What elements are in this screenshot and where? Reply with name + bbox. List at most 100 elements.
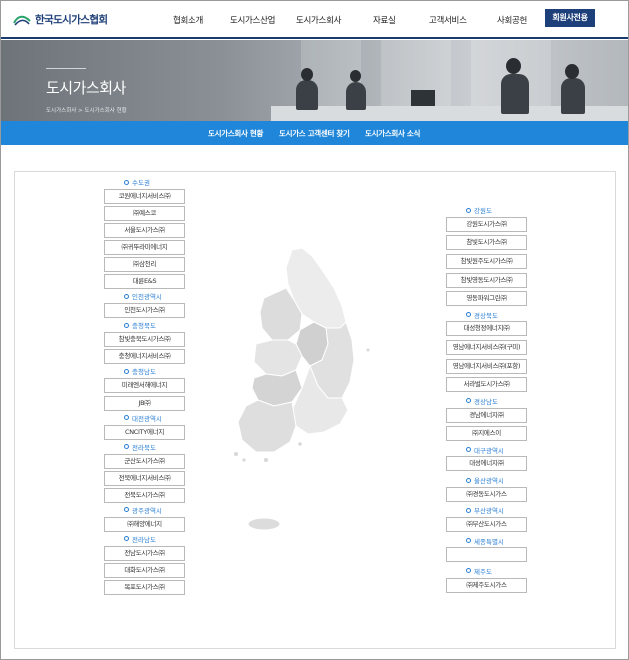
hero-monitor bbox=[411, 90, 435, 106]
circle-marker-icon bbox=[124, 368, 129, 374]
company-button[interactable]: ㈜경동도시가스 bbox=[446, 486, 527, 502]
company-button[interactable]: 강원도시가스㈜ bbox=[446, 216, 527, 232]
company-button[interactable]: 대륜E&S bbox=[104, 274, 185, 290]
nav-item-about[interactable]: 협회소개 bbox=[173, 14, 203, 26]
hero-person-head bbox=[565, 64, 579, 79]
company-button[interactable]: 전북에너지서비스㈜ bbox=[104, 470, 185, 486]
region-heading: 부산광역시 bbox=[466, 505, 504, 515]
kcga-logo-icon bbox=[13, 13, 31, 27]
hero-person-head bbox=[350, 70, 361, 82]
region-label: 제주도 bbox=[474, 567, 492, 576]
region-label: 전라남도 bbox=[132, 535, 156, 544]
tab-company-status[interactable]: 도시가스회사 현황 bbox=[205, 128, 266, 147]
region-heading: 수도권 bbox=[124, 177, 150, 187]
korea-map[interactable] bbox=[230, 248, 380, 538]
tab-customer-center[interactable]: 도시가스 고객센터 찾기 bbox=[279, 128, 350, 139]
circle-marker-icon bbox=[124, 322, 129, 328]
region-heading: 인천광역시 bbox=[124, 291, 162, 301]
company-button[interactable]: 참빛충북도시가스㈜ bbox=[104, 332, 185, 348]
member-only-button[interactable]: 회원사전용 bbox=[545, 9, 595, 27]
company-button[interactable]: 대성에너지㈜ bbox=[446, 456, 527, 472]
company-button[interactable]: ㈜부산도시가스 bbox=[446, 517, 527, 532]
region-heading: 대구광역시 bbox=[466, 445, 504, 455]
company-button[interactable]: JB㈜ bbox=[104, 395, 185, 411]
site-logo[interactable]: 한국도시가스협회 bbox=[13, 12, 108, 27]
hero-person-head bbox=[506, 58, 521, 74]
company-button[interactable]: ㈜귀뚜라미에너지 bbox=[104, 240, 185, 256]
region-heading: 충청북도 bbox=[124, 320, 156, 330]
hero-person bbox=[561, 78, 585, 114]
company-button[interactable]: 대성청정에너지㈜ bbox=[446, 321, 527, 337]
region-heading: 전라북도 bbox=[124, 442, 156, 452]
hero-person bbox=[296, 80, 318, 110]
company-button[interactable]: 충청에너지서비스㈜ bbox=[104, 349, 185, 365]
company-button[interactable]: 경남에너지㈜ bbox=[446, 407, 527, 423]
company-button[interactable]: 영남에너지서비스㈜(포항) bbox=[446, 358, 527, 374]
hero-person bbox=[501, 74, 529, 114]
region-heading: 충청남도 bbox=[124, 366, 156, 376]
circle-marker-icon bbox=[466, 538, 471, 544]
region-heading: 경상남도 bbox=[466, 396, 498, 406]
company-button[interactable]: 참빛도시가스㈜ bbox=[446, 235, 527, 251]
company-button[interactable]: ㈜지에스이 bbox=[446, 426, 527, 442]
nav-item-companies[interactable]: 도시가스회사 bbox=[296, 14, 341, 26]
company-button[interactable]: 군산도시가스㈜ bbox=[104, 453, 185, 469]
region-label: 대구광역시 bbox=[474, 446, 504, 455]
hero-person-head bbox=[301, 68, 313, 81]
region-label: 경상남도 bbox=[474, 397, 498, 406]
tab-company-news[interactable]: 도시가스회사 소식 bbox=[365, 128, 420, 139]
company-button[interactable]: 영동파워그린㈜ bbox=[446, 291, 527, 307]
region-heading: 제주도 bbox=[466, 566, 492, 576]
company-button[interactable]: 전북도시가스㈜ bbox=[104, 487, 185, 503]
hero-person bbox=[346, 82, 366, 110]
circle-marker-icon bbox=[124, 444, 129, 450]
region-heading: 광주광역시 bbox=[124, 505, 162, 515]
company-button[interactable]: 서라벌도시가스㈜ bbox=[446, 377, 527, 393]
company-button[interactable]: ㈜삼천리 bbox=[104, 257, 185, 273]
company-button[interactable]: 참빛원주도시가스㈜ bbox=[446, 253, 527, 269]
company-button[interactable]: ㈜제주도시가스 bbox=[446, 577, 527, 593]
company-button[interactable]: 참빛영동도시가스㈜ bbox=[446, 272, 527, 288]
region-label: 세종특별시 bbox=[474, 537, 504, 546]
circle-marker-icon bbox=[124, 415, 129, 421]
company-button[interactable]: 목포도시가스㈜ bbox=[104, 579, 185, 595]
company-button[interactable]: 대화도시가스㈜ bbox=[104, 562, 185, 578]
region-label: 강원도 bbox=[474, 207, 492, 215]
page-title: 도시가스회사 bbox=[46, 79, 126, 97]
region-label: 수도권 bbox=[132, 179, 150, 187]
company-button[interactable]: 미래엔서해에너지 bbox=[104, 378, 185, 394]
breadcrumb: 도시가스회사 > 도시가스회사 현황 bbox=[46, 108, 127, 114]
circle-marker-icon bbox=[466, 568, 471, 574]
company-button[interactable]: ㈜예스코 bbox=[104, 206, 185, 222]
company-button[interactable]: 코원에너지서비스㈜ bbox=[104, 189, 185, 204]
logo-text: 한국도시가스협회 bbox=[35, 14, 108, 26]
site-header: 한국도시가스협회 협회소개 도시가스산업 도시가스회사 자료실 고객서비스 사회… bbox=[1, 1, 628, 39]
circle-marker-icon bbox=[466, 507, 471, 513]
nav-item-library[interactable]: 자료실 bbox=[373, 14, 396, 26]
circle-marker-icon bbox=[466, 207, 471, 213]
nav-item-social[interactable]: 사회공헌 bbox=[497, 14, 527, 26]
company-button[interactable]: 인천도시가스㈜ bbox=[104, 303, 185, 319]
company-button[interactable]: CNCITY에너지 bbox=[104, 424, 185, 440]
circle-marker-icon bbox=[124, 536, 129, 542]
company-button[interactable]: ㈜해양에너지 bbox=[104, 516, 185, 532]
region-heading: 경상북도 bbox=[466, 310, 498, 320]
nav-item-industry[interactable]: 도시가스산업 bbox=[230, 14, 275, 26]
circle-marker-icon bbox=[124, 507, 129, 513]
map-region-jeonnam bbox=[237, 399, 297, 453]
sub-tab-bar: 도시가스회사 현황 도시가스 고객센터 찾기 도시가스회사 소식 bbox=[1, 121, 628, 147]
company-button[interactable]: 전남도시가스㈜ bbox=[104, 545, 185, 561]
circle-marker-icon bbox=[466, 477, 471, 483]
region-label: 충청북도 bbox=[132, 322, 156, 331]
region-label: 경상북도 bbox=[474, 311, 498, 320]
hero-banner: 도시가스회사 도시가스회사 > 도시가스회사 현황 bbox=[1, 40, 628, 121]
company-button[interactable]: 영남에너지서비스㈜(구미) bbox=[446, 340, 527, 355]
map-region-jeju bbox=[247, 517, 281, 531]
nav-item-customer-service[interactable]: 고객서비스 bbox=[429, 14, 467, 26]
region-label: 인천광역시 bbox=[132, 293, 162, 302]
region-label: 부산광역시 bbox=[474, 507, 504, 516]
region-label: 대전광역시 bbox=[132, 414, 162, 423]
company-button[interactable] bbox=[446, 547, 527, 563]
company-button[interactable]: 서울도시가스㈜ bbox=[104, 223, 185, 239]
region-label: 울산광역시 bbox=[474, 477, 504, 485]
